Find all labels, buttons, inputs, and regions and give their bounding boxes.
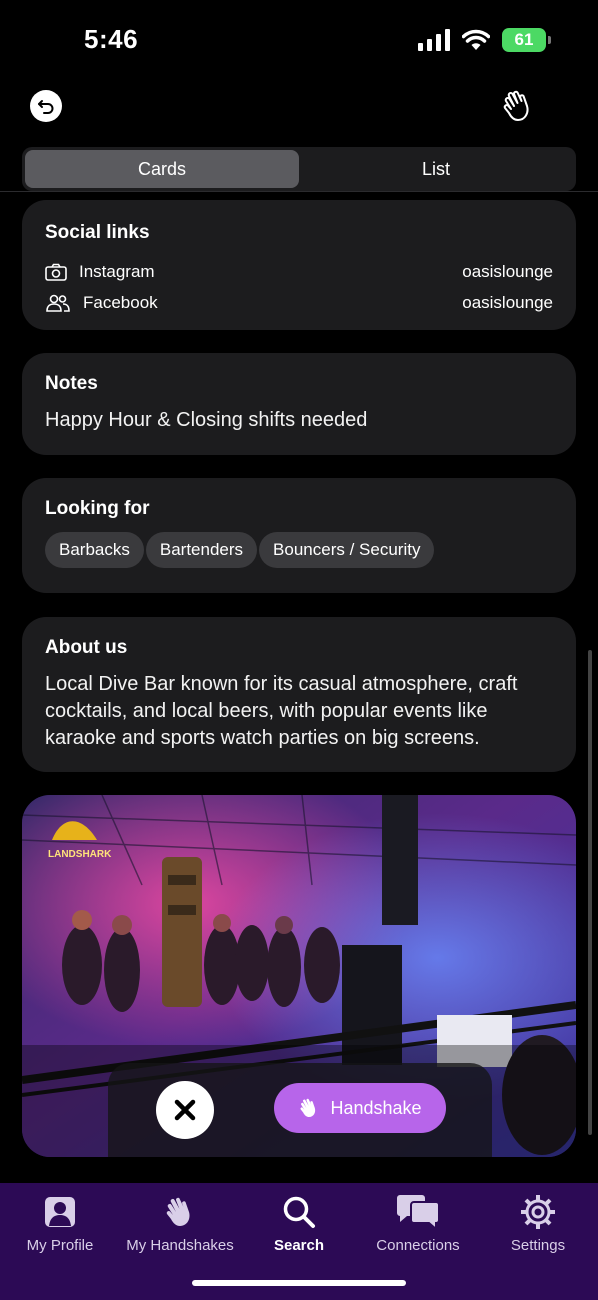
status-time: 5:46 — [84, 24, 139, 54]
dismiss-button[interactable] — [156, 1081, 214, 1139]
social-row-instagram[interactable]: Instagram oasislounge — [45, 256, 553, 287]
social-label-instagram: Instagram — [79, 261, 155, 281]
tab-settings-label: Settings — [510, 1237, 566, 1254]
about-title: About us — [45, 637, 128, 658]
chat-bubbles-icon — [397, 1195, 440, 1230]
tab-connections[interactable]: Connections — [358, 1193, 478, 1254]
wave-hand-icon — [166, 1197, 190, 1226]
notes-text: Happy Hour & Closing shifts needed — [45, 409, 368, 431]
chip-bartenders: Bartenders — [145, 532, 258, 568]
about-card: About us Local Dive Bar known for its ca… — [22, 617, 576, 772]
tab-my-profile[interactable]: My Profile — [0, 1193, 120, 1254]
looking-for-card: Looking for Barbacks Bartenders Bouncers… — [22, 478, 576, 593]
tab-my-profile-label: My Profile — [26, 1237, 94, 1254]
undo-button[interactable] — [30, 90, 62, 122]
tab-my-handshakes-label: My Handshakes — [126, 1237, 234, 1254]
social-row-facebook[interactable]: Facebook oasislounge — [45, 287, 553, 318]
battery-level: 61 — [514, 30, 534, 49]
chip-bouncers-security: Bouncers / Security — [259, 532, 435, 568]
close-icon — [174, 1099, 196, 1121]
looking-for-chips: Barbacks Bartenders Bouncers / Security — [45, 532, 553, 568]
wave-hand-icon — [503, 90, 529, 121]
tab-settings[interactable]: Settings — [478, 1193, 598, 1254]
tab-connections-label: Connections — [376, 1237, 460, 1254]
signal-icon — [418, 29, 450, 51]
tab-my-handshakes[interactable]: My Handshakes — [120, 1193, 240, 1254]
wave-hand-icon — [300, 1098, 316, 1118]
handshake-button[interactable]: Handshake — [274, 1083, 446, 1133]
header-divider — [0, 191, 598, 192]
tab-list[interactable]: List — [299, 150, 573, 188]
notes-card: Notes Happy Hour & Closing shifts needed — [22, 353, 576, 455]
status-bar: 5:46 61 — [0, 0, 598, 80]
wifi-icon — [462, 29, 490, 50]
venue-photo[interactable]: LANDSHARK Handshake — [22, 795, 576, 1157]
status-icons: 61 — [418, 28, 551, 52]
wave-button[interactable] — [500, 88, 536, 124]
people-icon — [46, 294, 70, 312]
tab-search-label: Search — [273, 1237, 325, 1254]
social-links-card: Social links Instagram oasislounge Faceb… — [22, 200, 576, 330]
header — [0, 80, 598, 140]
social-value-instagram: oasislounge — [462, 261, 553, 281]
social-label-facebook: Facebook — [83, 292, 158, 312]
social-links-title: Social links — [45, 222, 150, 243]
handshake-label: Handshake — [330, 1097, 422, 1118]
view-segmented-control: Cards List — [22, 147, 576, 191]
about-text: Local Dive Bar known for its casual atmo… — [45, 673, 518, 749]
tab-cards[interactable]: Cards — [25, 150, 299, 188]
gear-icon — [521, 1195, 555, 1229]
search-icon — [283, 1196, 315, 1228]
landshark-sign-text: LANDSHARK — [48, 849, 112, 860]
social-value-facebook: oasislounge — [462, 292, 553, 312]
notes-title: Notes — [45, 373, 98, 394]
scrollbar[interactable] — [588, 650, 592, 1135]
home-indicator[interactable] — [192, 1280, 406, 1286]
undo-icon — [38, 100, 54, 114]
chip-barbacks: Barbacks — [45, 532, 144, 568]
battery-indicator: 61 — [502, 28, 551, 52]
camera-icon — [45, 263, 67, 281]
looking-for-title: Looking for — [45, 498, 150, 519]
tab-search[interactable]: Search — [239, 1193, 359, 1254]
profile-icon — [45, 1197, 75, 1227]
